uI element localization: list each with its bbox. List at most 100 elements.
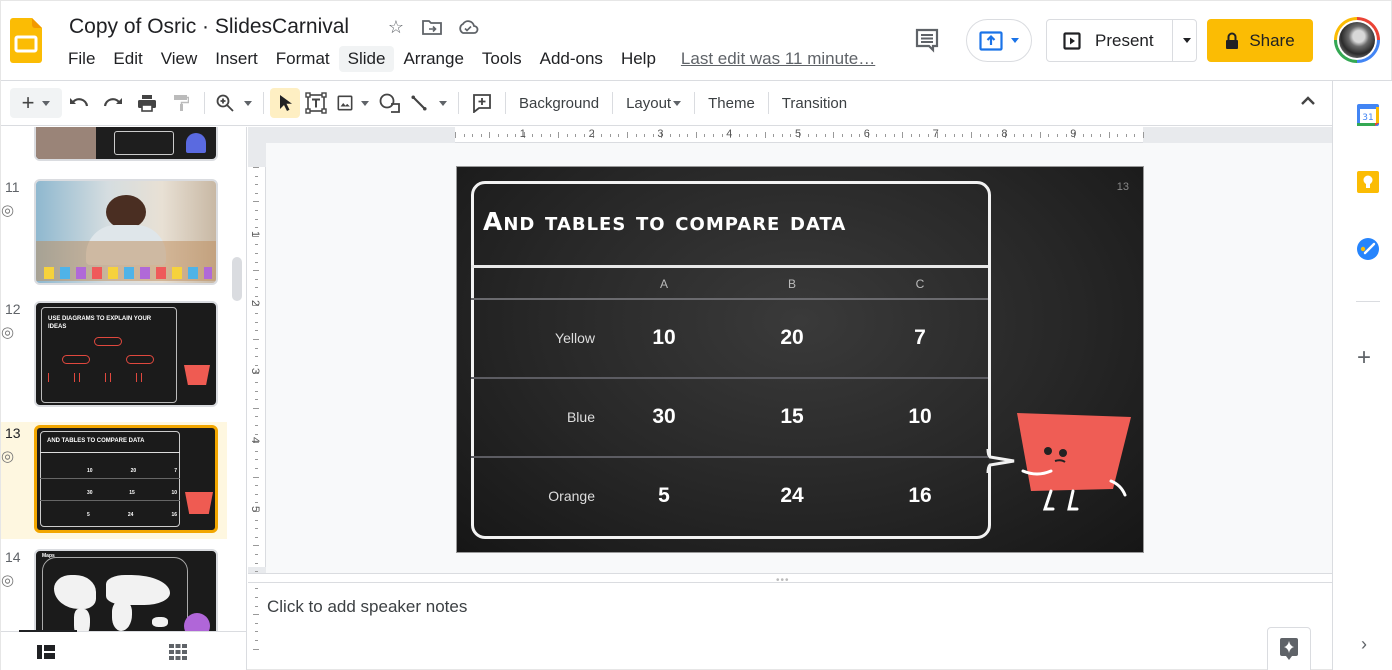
present-options-button[interactable] <box>1173 20 1196 61</box>
chevron-down-icon <box>439 100 447 106</box>
undo-button[interactable] <box>62 88 96 118</box>
calendar-icon[interactable]: 31 <box>1356 103 1380 127</box>
layout-button[interactable]: Layout <box>619 95 688 112</box>
share-button[interactable]: Share <box>1207 19 1313 62</box>
ruler-tick <box>773 134 775 137</box>
star-icon[interactable]: ☆ <box>385 16 407 38</box>
slides-logo-icon[interactable] <box>10 18 42 63</box>
ruler-tick <box>255 330 258 332</box>
select-tool-button[interactable] <box>270 88 300 118</box>
slide-number: 12 <box>5 301 21 317</box>
slide-thumbnail-10[interactable] <box>34 127 218 161</box>
tasks-icon[interactable] <box>1356 237 1380 261</box>
vertical-ruler[interactable]: 1 2 3 4 5 <box>248 167 266 650</box>
current-slide[interactable]: And tables to compare data 13 A B C Yell… <box>456 166 1144 553</box>
ruler-tick <box>1108 132 1110 138</box>
insert-image-button[interactable] <box>332 88 374 118</box>
speaker-notes[interactable]: Click to add speaker notes <box>267 597 467 617</box>
last-edit-link[interactable]: Last edit was 11 minute… <box>681 49 875 69</box>
chevron-down-icon <box>244 100 252 106</box>
filmstrip-view-icon[interactable] <box>37 644 55 660</box>
present-button[interactable]: Present <box>1047 20 1173 61</box>
expand-panel-chevron-icon[interactable]: › <box>1361 634 1367 655</box>
menu-view[interactable]: View <box>152 46 207 72</box>
print-button[interactable] <box>130 88 164 118</box>
slide-title[interactable]: And tables to compare data <box>483 207 846 236</box>
ruler-tick <box>945 134 947 137</box>
menu-edit[interactable]: Edit <box>104 46 151 72</box>
add-addon-plus-icon[interactable]: + <box>1357 344 1371 372</box>
ruler-tick <box>255 382 258 383</box>
filmstrip-scrollbar[interactable] <box>232 257 242 301</box>
background-button[interactable]: Background <box>512 95 606 112</box>
toolbar-divider <box>612 92 614 114</box>
ruler-tick <box>255 528 258 530</box>
animation-icon: ◎ <box>1 448 15 465</box>
keep-icon[interactable] <box>1356 170 1380 194</box>
redo-icon <box>103 98 122 107</box>
explore-sparkle-icon <box>1280 638 1298 660</box>
table-cell: 20 <box>780 326 804 349</box>
ruler-tick <box>738 134 740 137</box>
new-slide-button[interactable]: + <box>10 88 62 118</box>
horizontal-ruler[interactable]: 1 2 3 4 5 6 7 8 9 <box>455 127 1144 143</box>
menu-file[interactable]: File <box>59 46 104 72</box>
explore-button[interactable] <box>1267 627 1311 670</box>
present-button-group: Present <box>1046 19 1197 62</box>
theme-button[interactable]: Theme <box>701 95 762 112</box>
user-photo <box>1339 22 1375 58</box>
comment-history-icon[interactable] <box>913 26 941 54</box>
slide-thumbnail-13[interactable]: AND TABLES TO COMPARE DATA 10 20 7 30 15 10 … <box>34 425 218 533</box>
slide-thumbnail-12[interactable]: USE DIAGRAMS TO EXPLAIN YOUR IDEAS <box>34 301 218 407</box>
ruler-tick <box>601 134 603 137</box>
calendar-day: 31 <box>1362 113 1373 123</box>
chevron-down-icon <box>361 100 369 106</box>
menu-tools[interactable]: Tools <box>473 46 531 72</box>
present-to-meeting-button[interactable] <box>966 19 1032 62</box>
ruler-tick <box>253 648 259 650</box>
data-table[interactable]: A B C Yellow 10 20 7 Blue 30 15 10 Orang… <box>471 265 988 537</box>
ruler-tick <box>988 134 990 137</box>
share-label: Share <box>1249 30 1295 50</box>
chevron-up-icon[interactable] <box>1300 89 1316 113</box>
line-button[interactable] <box>406 88 452 118</box>
zoom-button[interactable] <box>211 88 257 118</box>
menu-slide[interactable]: Slide <box>338 46 395 72</box>
move-to-folder-icon[interactable] <box>421 16 443 38</box>
ruler-tick <box>255 536 258 538</box>
paint-format-button[interactable] <box>164 88 198 118</box>
table-header-row: A B C <box>471 268 988 300</box>
menu-add-ons[interactable]: Add-ons <box>531 46 612 72</box>
ruler-tick <box>255 588 258 590</box>
column-header: A <box>659 277 668 291</box>
ruler-tick <box>1057 134 1058 137</box>
document-title[interactable]: Copy of Osric · SlidesCarnival <box>69 15 349 39</box>
ruler-tick <box>721 134 723 137</box>
ruler-tick <box>644 134 646 137</box>
shape-button[interactable] <box>374 88 406 118</box>
cloud-saved-icon[interactable] <box>457 16 479 38</box>
plus-icon: + <box>21 90 35 115</box>
ruler-tick <box>687 134 689 137</box>
notes-resize-handle[interactable]: ••• <box>248 573 1332 586</box>
ruler-tick <box>255 364 258 366</box>
grid-view-icon[interactable] <box>169 644 187 660</box>
menu-insert[interactable]: Insert <box>206 46 267 72</box>
ruler-tick <box>971 132 972 138</box>
ruler-tick <box>996 134 998 137</box>
menu-format[interactable]: Format <box>267 46 339 72</box>
slide-thumbnail-11[interactable] <box>34 179 218 285</box>
menu-arrange[interactable]: Arrange <box>394 46 472 72</box>
add-comment-icon <box>473 94 491 113</box>
ruler-tick <box>928 134 929 137</box>
add-comment-button[interactable] <box>465 88 499 118</box>
account-avatar[interactable] <box>1334 17 1380 63</box>
redo-button[interactable] <box>96 88 130 118</box>
text-box-button[interactable] <box>300 88 332 118</box>
ruler-tick <box>816 134 818 137</box>
menu-help[interactable]: Help <box>612 46 665 72</box>
ruler-tick <box>953 134 955 137</box>
transition-button[interactable]: Transition <box>775 95 854 112</box>
ruler-tick <box>255 631 258 633</box>
table-cell: 24 <box>780 484 804 507</box>
